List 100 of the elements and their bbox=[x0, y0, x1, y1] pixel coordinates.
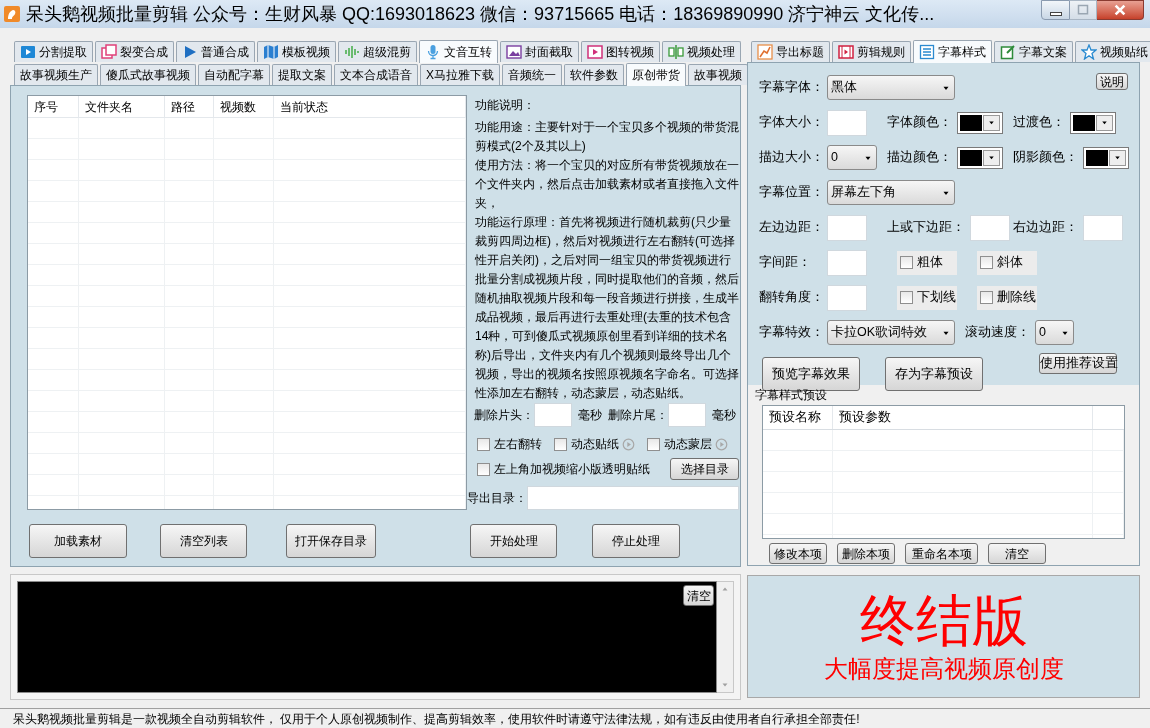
tab[interactable]: X马拉雅下载 bbox=[420, 64, 500, 85]
scrollbar[interactable] bbox=[717, 581, 734, 693]
field-label: 字体大小： bbox=[759, 114, 825, 132]
color-picker[interactable] bbox=[1083, 146, 1129, 169]
tab[interactable]: 导出标题 bbox=[751, 41, 830, 62]
tab[interactable]: 软件参数 bbox=[564, 64, 624, 85]
checkbox-option[interactable]: 斜体 bbox=[977, 250, 1037, 275]
close-button[interactable] bbox=[1097, 0, 1144, 20]
split-icon bbox=[668, 44, 684, 60]
checkbox[interactable] bbox=[980, 256, 993, 269]
tab[interactable]: 原创带货 bbox=[626, 63, 686, 86]
tab[interactable]: 剪辑规则 bbox=[832, 41, 911, 62]
dropdown[interactable]: 屏幕左下角 bbox=[827, 180, 955, 205]
color-picker[interactable] bbox=[1070, 111, 1116, 134]
button[interactable]: 删除本项 bbox=[837, 543, 895, 564]
column-header[interactable]: 视频数 bbox=[214, 96, 274, 117]
dropdown[interactable]: 0 bbox=[1035, 320, 1074, 345]
checkbox-option[interactable]: 粗体 bbox=[897, 250, 957, 275]
tab[interactable]: 裂变合成 bbox=[95, 41, 174, 62]
scroll-up-icon bbox=[721, 585, 729, 593]
text-field[interactable] bbox=[1083, 214, 1123, 241]
text-field[interactable] bbox=[827, 214, 867, 241]
button[interactable]: 使用推荐设置 bbox=[1039, 353, 1117, 374]
play-icon bbox=[182, 44, 198, 60]
text-field[interactable] bbox=[534, 403, 572, 427]
checkbox[interactable] bbox=[477, 437, 490, 451]
button[interactable]: 清空 bbox=[988, 543, 1046, 564]
field-label: 过渡色： bbox=[1013, 114, 1065, 132]
button[interactable]: 说明 bbox=[1096, 73, 1128, 90]
tab[interactable]: 图转视频 bbox=[581, 41, 660, 62]
button[interactable]: 加载素材 bbox=[29, 524, 127, 558]
caret-icon bbox=[1113, 153, 1122, 162]
caret-icon bbox=[987, 118, 996, 127]
tab[interactable]: 视频处理 bbox=[662, 41, 741, 62]
column-header[interactable]: 预设参数 bbox=[833, 406, 1093, 429]
column-header[interactable]: 当前状态 bbox=[274, 96, 466, 117]
checkbox[interactable] bbox=[554, 437, 567, 451]
tab[interactable]: 傻瓜式故事视频 bbox=[100, 64, 196, 85]
button[interactable]: 清空列表 bbox=[160, 524, 247, 558]
tab[interactable]: 普通合成 bbox=[176, 41, 255, 62]
text-field[interactable] bbox=[827, 249, 867, 276]
dropdown[interactable]: 黑体 bbox=[827, 75, 955, 100]
dropdown[interactable]: 0 bbox=[827, 145, 877, 170]
film-icon bbox=[838, 44, 854, 60]
text-field[interactable] bbox=[970, 214, 1010, 241]
column-header[interactable]: 路径 bbox=[165, 96, 214, 117]
tab[interactable]: 故事视频 bbox=[688, 64, 748, 85]
list-icon bbox=[919, 44, 935, 60]
color-picker[interactable] bbox=[957, 146, 1003, 169]
tab[interactable]: 故事视频生产 bbox=[14, 64, 98, 85]
minimize-icon bbox=[1049, 12, 1062, 16]
color-picker[interactable] bbox=[957, 111, 1003, 134]
text-field[interactable] bbox=[527, 486, 739, 510]
field-label: 字幕特效： bbox=[759, 324, 825, 342]
tab[interactable]: 字幕样式 bbox=[913, 40, 992, 63]
checkbox[interactable] bbox=[647, 437, 660, 451]
tab[interactable]: 分割提取 bbox=[14, 41, 93, 62]
tab[interactable]: 字幕文案 bbox=[994, 41, 1073, 62]
app-icon bbox=[4, 6, 20, 22]
button[interactable]: 清空 bbox=[683, 585, 714, 606]
button[interactable]: 开始处理 bbox=[470, 524, 557, 558]
checkbox-option[interactable]: 删除线 bbox=[977, 285, 1037, 310]
field-label: 删除片尾： bbox=[608, 407, 668, 424]
button[interactable]: 打开保存目录 bbox=[286, 524, 376, 558]
tab[interactable]: 超级混剪 bbox=[338, 41, 417, 62]
column-header[interactable]: 文件夹名 bbox=[79, 96, 165, 117]
button[interactable]: 修改本项 bbox=[769, 543, 827, 564]
tab[interactable]: 模板视频 bbox=[257, 41, 336, 62]
banner-subtitle: 大幅度提高视频原创度 bbox=[823, 654, 1064, 683]
button[interactable]: 重命名本项 bbox=[905, 543, 978, 564]
checkbox[interactable] bbox=[900, 256, 913, 269]
column-header[interactable]: 序号 bbox=[28, 96, 79, 117]
button[interactable]: 存为字幕预设 bbox=[885, 357, 983, 391]
checkbox-option[interactable]: 左右翻转 bbox=[477, 435, 542, 453]
button[interactable]: 选择目录 bbox=[670, 458, 739, 480]
tab[interactable]: 提取文案 bbox=[272, 64, 332, 85]
edit-icon bbox=[1000, 44, 1016, 60]
section-heading: 功能说明： bbox=[475, 97, 536, 114]
text-field[interactable] bbox=[827, 109, 867, 136]
checkbox-option[interactable]: 下划线 bbox=[897, 285, 957, 310]
checkbox[interactable] bbox=[900, 291, 913, 304]
unit-label: 毫秒 bbox=[578, 407, 602, 424]
column-header[interactable]: 预设名称 bbox=[763, 406, 833, 429]
maximize-icon bbox=[1077, 4, 1089, 16]
checkbox-option[interactable]: 动态贴纸 bbox=[554, 435, 619, 453]
text-field[interactable] bbox=[827, 284, 867, 311]
checkbox[interactable] bbox=[477, 462, 490, 476]
text-field[interactable] bbox=[668, 403, 706, 427]
tab[interactable]: 视频贴纸 bbox=[1075, 41, 1150, 62]
tab[interactable]: 音频统一 bbox=[502, 64, 562, 85]
tab[interactable]: 文音互转 bbox=[419, 40, 498, 63]
tab[interactable]: 自动配字幕 bbox=[198, 64, 270, 85]
tab[interactable]: 文本合成语音 bbox=[334, 64, 418, 85]
checkbox[interactable] bbox=[980, 291, 993, 304]
dropdown[interactable]: 卡拉OK歌词特效 bbox=[827, 320, 955, 345]
tab[interactable]: 封面截取 bbox=[500, 41, 579, 62]
checkbox-option[interactable]: 左上角加视频缩小版透明贴纸 bbox=[477, 460, 650, 478]
button[interactable]: 停止处理 bbox=[592, 524, 680, 558]
checkbox-option[interactable]: 动态蒙层 bbox=[647, 435, 712, 453]
minimize-button[interactable] bbox=[1041, 0, 1070, 20]
